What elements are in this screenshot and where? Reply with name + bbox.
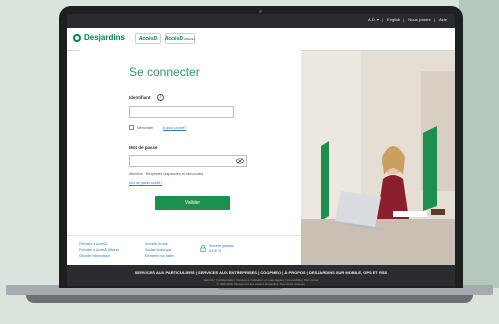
footer-link[interactable]: Première à AccèsD: [79, 242, 107, 246]
background-panel: [459, 0, 499, 288]
password-label: Mot de passe: [129, 145, 158, 150]
site-footer: SERVICES AUX PARTICULIERS | SERVICES AUX…: [67, 265, 455, 286]
footer-link[interactable]: Première à AccèsD Affaires: [79, 248, 119, 252]
accesd-affaires-button[interactable]: AccèsD Affaires: [165, 33, 195, 44]
remember-info-link[interactable]: À quoi ça sert?: [163, 126, 186, 130]
english-link[interactable]: English: [387, 17, 400, 22]
laptop-base: [6, 285, 493, 311]
separator: |: [433, 17, 435, 22]
footer-link[interactable]: Soutien technique: [145, 248, 171, 252]
footer-link[interactable]: Éléments non fiable: [145, 254, 174, 258]
accesd-label: AccèsD: [138, 35, 158, 42]
utility-bar: A.D. ▾ | English | Nous joindre | Aide: [67, 14, 455, 28]
password-input[interactable]: [129, 155, 247, 167]
submit-button[interactable]: Valider: [155, 196, 230, 210]
login-panel: Se connecter Identifiant i Mémoriser À q…: [79, 50, 301, 235]
accesd-button[interactable]: AccèsD: [135, 33, 161, 44]
accesd-affaires-sub: Affaires: [184, 36, 196, 41]
lock-icon: [200, 245, 206, 252]
utility-links: A.D. ▾ | English | Nous joindre | Aide: [365, 17, 447, 22]
separator: |: [381, 17, 383, 22]
webcam-icon: [259, 10, 262, 13]
case-warning: Attention : Respectez majuscules et minu…: [129, 172, 204, 176]
desjardins-logo[interactable]: Desjardins: [73, 33, 125, 42]
security-guarantee-sub: à 100 %: [209, 249, 222, 253]
desjardins-logo-icon: [73, 33, 81, 42]
forgot-password-link[interactable]: Mot de passe oublié?: [129, 181, 162, 185]
browser-screen: A.D. ▾ | English | Nous joindre | Aide Desj…: [67, 14, 455, 286]
security-guarantee-link[interactable]: Sécurité garantie: [209, 244, 234, 248]
page-title: Se connecter: [129, 65, 200, 79]
help-link[interactable]: Aide: [439, 17, 447, 22]
remember-label: Mémoriser: [137, 126, 154, 130]
brand-name: Desjardins: [84, 33, 125, 42]
remember-checkbox[interactable]: [129, 125, 134, 130]
help-links: Première à AccèsD Première à AccèsD Affa…: [67, 235, 301, 266]
help-icon[interactable]: i: [157, 94, 164, 101]
laptop-base-bottom: [26, 295, 473, 303]
eye-icon[interactable]: [236, 158, 244, 164]
laptop-bezel: A.D. ▾ | English | Nous joindre | Aide Desj…: [59, 6, 463, 288]
hero-photo: [301, 51, 455, 265]
footer-link[interactable]: Sécurité informatique: [79, 254, 110, 258]
footer-navigation[interactable]: SERVICES AUX PARTICULIERS | SERVICES AUX…: [67, 270, 455, 275]
accesd-affaires-label: AccèsD: [164, 35, 184, 42]
footer-link[interactable]: Sécurité du site: [145, 242, 168, 246]
site-header: Desjardins AccèsD AccèsD Affaires: [67, 28, 455, 51]
identifiant-input[interactable]: [129, 106, 234, 118]
copyright-text: © 1996-2016, Mouvement des caisses Desja…: [216, 282, 306, 286]
language-selector[interactable]: A.D. ▾: [368, 17, 379, 22]
separator: |: [403, 17, 405, 22]
contact-link[interactable]: Nous joindre: [408, 17, 430, 22]
identifiant-label: Identifiant: [129, 95, 151, 100]
